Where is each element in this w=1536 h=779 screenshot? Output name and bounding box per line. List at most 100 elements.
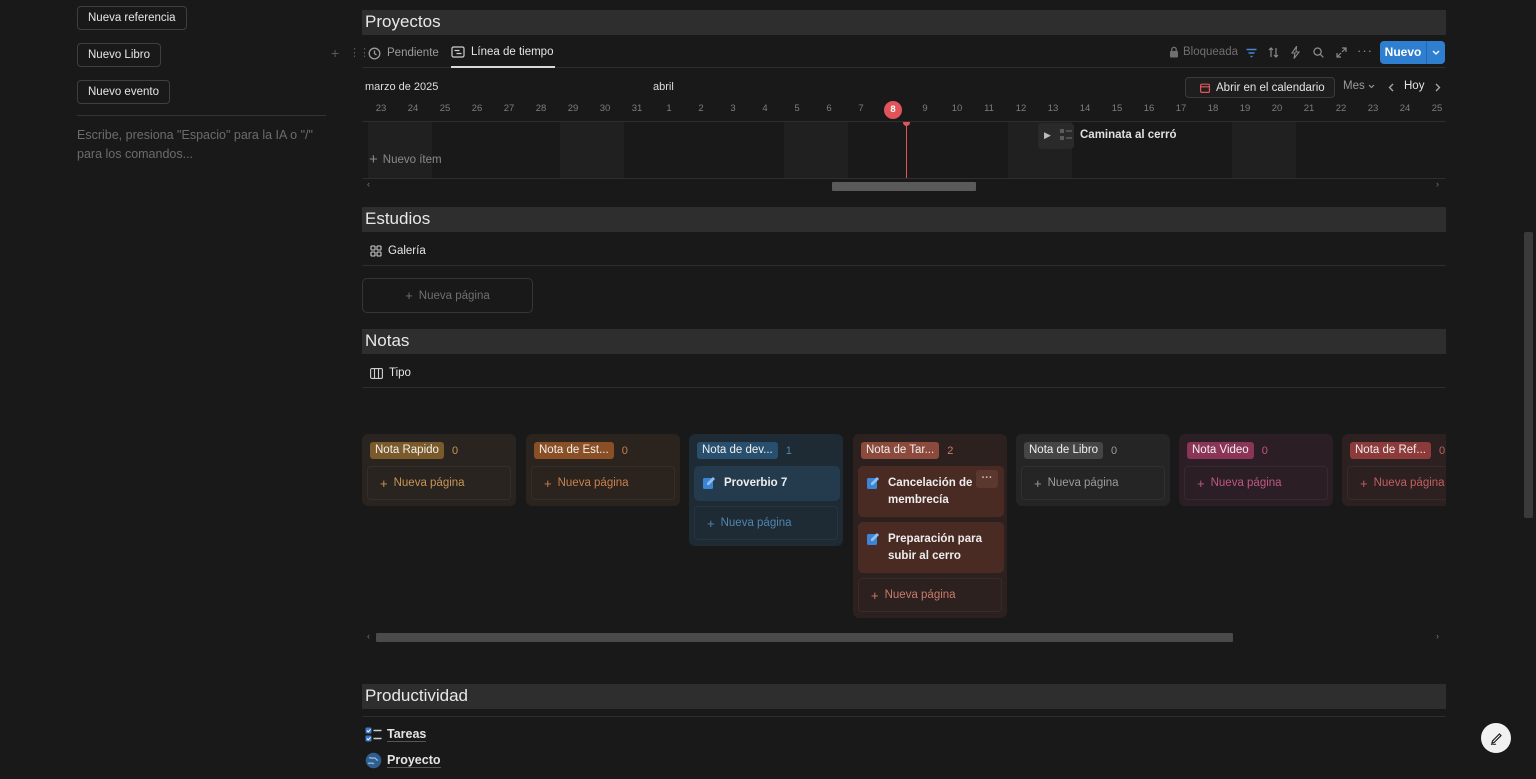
column-new-page[interactable]: + Nueva página (858, 578, 1002, 612)
new-event-button[interactable]: Nuevo evento (77, 80, 170, 104)
scroll-thumb[interactable] (832, 182, 976, 191)
new-page-label: Nueva página (720, 517, 792, 529)
estudios-header: Estudios (362, 207, 1446, 232)
tab-tipo[interactable]: Tipo (370, 358, 411, 388)
plus-icon: + (707, 515, 715, 531)
day-label: 28 (535, 103, 547, 114)
note-card[interactable]: Cancelación de membrecía ··· (858, 466, 1004, 517)
timeline-days: 23 24 25 26 27 28 29 30 31 1 2 3 4 5 6 7 8 9 10 11 12 13 14 15 1… (362, 100, 1446, 122)
new-button[interactable]: Nuevo (1380, 41, 1426, 64)
automation-bolt-icon[interactable] (1291, 46, 1300, 59)
column-tag: Nota de Tar... (861, 442, 940, 459)
day-label: 29 (567, 103, 579, 114)
new-reference-button[interactable]: Nueva referencia (77, 6, 187, 30)
card-title: Cancelación de membrecía (888, 477, 973, 506)
search-icon[interactable] (1313, 47, 1324, 58)
expand-triangle-icon[interactable]: ▶ (1044, 130, 1051, 141)
new-page-label: Nueva página (393, 477, 465, 489)
column-header[interactable]: Nota de Libro 0 (1024, 442, 1117, 459)
month-label: marzo de 2025 (365, 81, 439, 93)
tab-galeria[interactable]: Galería (370, 236, 426, 266)
scale-select[interactable]: Mes (1343, 80, 1375, 92)
section-title: Proyectos (365, 12, 441, 31)
plus-icon: + (871, 587, 879, 603)
board-icon (370, 367, 383, 379)
day-label: 22 (1335, 103, 1347, 114)
day-label: 2 (698, 103, 704, 114)
filter-icon[interactable] (1246, 48, 1257, 58)
new-dropdown-button[interactable] (1426, 41, 1445, 64)
add-block-icon[interactable]: + (331, 45, 339, 61)
column-header[interactable]: Nota de dev... 1 (697, 442, 792, 459)
notas-header: Notas (362, 329, 1446, 354)
day-label: 25 (1431, 103, 1443, 114)
page-scrollbar[interactable] (1524, 232, 1533, 518)
scroll-right-icon[interactable]: › (1436, 179, 1439, 189)
tab-pendiente[interactable]: Pendiente (368, 38, 439, 68)
note-icon (703, 477, 715, 489)
board-scrollbar[interactable]: ‹ › (362, 631, 1446, 644)
gallery-new-page[interactable]: + Nueva página (362, 278, 533, 313)
timeline-item-title[interactable]: Caminata al cerró (1080, 129, 1177, 141)
column-header[interactable]: Nota Rapido 0 (370, 442, 458, 459)
new-book-button[interactable]: Nuevo Libro (77, 43, 162, 67)
column-count: 0 (1111, 444, 1118, 457)
column-header[interactable]: Nota de Ref... 0 (1350, 442, 1445, 459)
note-icon (867, 533, 879, 545)
link-tareas[interactable]: Tareas (365, 727, 427, 742)
day-label: 30 (599, 103, 611, 114)
card-more-icon[interactable]: ··· (976, 470, 998, 488)
link-proyecto[interactable]: Proyecto (365, 752, 441, 769)
column-tag: Nota de Est... (534, 442, 614, 459)
day-label: 5 (794, 103, 800, 114)
day-label: 21 (1303, 103, 1315, 114)
more-options-icon[interactable]: ··· (1357, 43, 1373, 58)
board-column: Nota de Tar... 2 Cancelación de membrecía ·… (853, 434, 1007, 618)
locked-indicator[interactable]: Bloqueada (1169, 46, 1238, 58)
column-new-page[interactable]: + Nueva página (367, 466, 511, 500)
column-header[interactable]: Nota de Est... 0 (534, 442, 628, 459)
column-header[interactable]: Nota Video 0 (1187, 442, 1268, 459)
day-label: 9 (922, 103, 928, 114)
day-label: 24 (407, 103, 419, 114)
column-new-page[interactable]: + Nueva página (1184, 466, 1328, 500)
scroll-thumb[interactable] (376, 633, 1233, 642)
note-card[interactable]: Proverbio 7 (694, 466, 840, 501)
prev-arrow-icon[interactable] (1388, 83, 1394, 92)
day-label: 23 (1367, 103, 1379, 114)
tab-label: Galería (388, 245, 426, 257)
column-new-page[interactable]: + Nueva página (1021, 466, 1165, 500)
day-label: 1 (666, 103, 672, 114)
expand-icon[interactable] (1336, 47, 1347, 58)
day-label: 26 (471, 103, 483, 114)
editor-placeholder[interactable]: Escribe, presiona "Espacio" para la IA o… (77, 126, 327, 164)
day-label: 15 (1111, 103, 1123, 114)
sort-icon[interactable] (1268, 47, 1279, 58)
scroll-left-icon[interactable]: ‹ (367, 179, 370, 189)
column-new-page[interactable]: + Nueva página (531, 466, 675, 500)
chevron-down-icon (1432, 50, 1440, 55)
timeline-scrollbar[interactable]: ‹ › (362, 179, 1446, 192)
day-label: 11 (984, 103, 994, 114)
column-tag: Nota Rapido (370, 442, 444, 459)
scroll-left-icon[interactable]: ‹ (367, 631, 370, 641)
new-page-label: Nueva página (1047, 477, 1119, 489)
scroll-right-icon[interactable]: › (1436, 631, 1439, 641)
link-label: Proyecto (387, 753, 441, 768)
day-label: 12 (1015, 103, 1027, 114)
tab-timeline[interactable]: Línea de tiempo (451, 38, 556, 68)
new-item-button[interactable]: + Nuevo ítem (369, 152, 442, 167)
column-header[interactable]: Nota de Tar... 2 (861, 442, 953, 459)
next-arrow-icon[interactable] (1435, 83, 1441, 92)
note-card[interactable]: Preparación para subir al cerro (858, 522, 1004, 573)
plus-icon: + (1197, 475, 1205, 491)
today-button[interactable]: Hoy (1404, 80, 1424, 92)
weekend-band (560, 122, 624, 178)
open-calendar-button[interactable]: Abrir en el calendario (1185, 77, 1335, 98)
column-new-page[interactable]: + Nueva página (1347, 466, 1446, 500)
column-count: 1 (785, 444, 792, 457)
help-button[interactable] (1481, 723, 1511, 753)
tab-label: Tipo (389, 367, 411, 379)
today-line (906, 122, 907, 178)
column-new-page[interactable]: + Nueva página (694, 506, 838, 540)
